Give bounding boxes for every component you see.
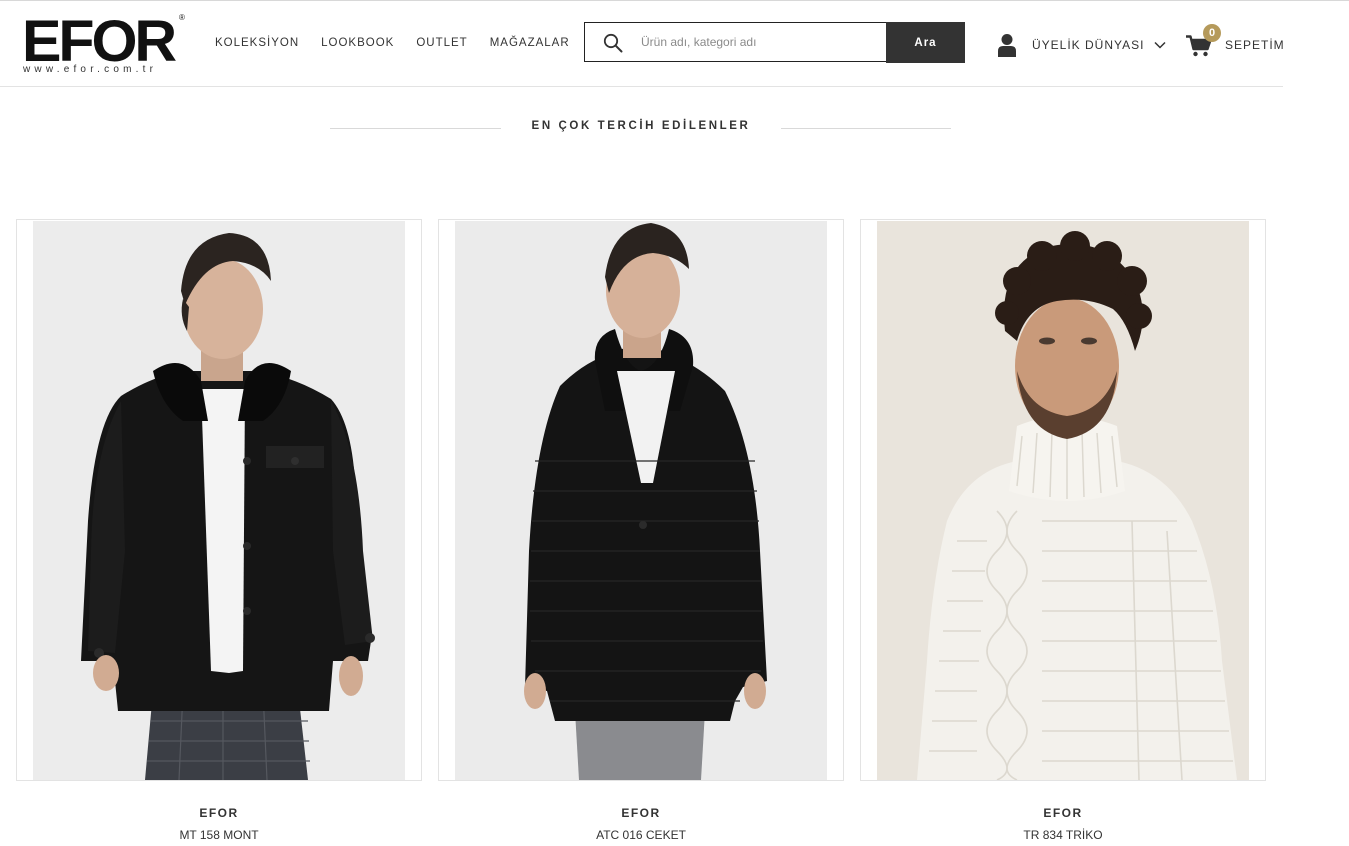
product-image[interactable] [455,221,827,780]
account-menu[interactable]: ÜYELİK DÜNYASI [997,32,1167,58]
product-frame [438,219,844,781]
logo-registered-mark: ® [179,13,185,22]
nav-item-koleksiyon[interactable]: KOLEKSİYON [215,36,299,50]
logo-url: www.efor.com.tr [23,64,158,75]
user-icon [998,34,1016,57]
search-bar: Ara [584,22,965,63]
chevron-down-icon [1154,41,1167,49]
product-brand: EFOR [621,806,661,820]
section-divider-right [781,128,951,129]
product-brand: EFOR [1043,806,1083,820]
product-image[interactable] [877,221,1249,780]
nav-item-outlet[interactable]: OUTLET [416,36,467,50]
search-icon [603,33,623,53]
product-image[interactable] [33,221,405,780]
product-name[interactable]: MT 158 MONT [16,828,422,842]
product-name[interactable]: ATC 016 CEKET [438,828,844,842]
search-button[interactable]: Ara [886,22,965,63]
section-header: EN ÇOK TERCİH EDİLENLER [330,118,951,138]
product-frame [16,219,422,781]
search-input[interactable] [641,32,881,52]
logo-wordmark: EFOR [22,9,177,74]
section-divider-left [330,128,501,129]
nav-item-magazalar[interactable]: MAĞAZALAR [490,36,570,50]
product-frame [860,219,1266,781]
product-brand: EFOR [199,806,239,820]
cart-count-badge: 0 [1203,24,1221,42]
account-label: ÜYELİK DÜNYASI [1032,38,1145,52]
main-nav: KOLEKSİYON LOOKBOOK OUTLET MAĞAZALAR [215,36,592,50]
efor-logo[interactable]: EFOR ® www.efor.com.tr [22,13,192,79]
nav-item-lookbook[interactable]: LOOKBOOK [321,36,394,50]
site-header: EFOR ® www.efor.com.tr KOLEKSİYON LOOKBO… [0,1,1285,87]
product-name[interactable]: TR 834 TRİKO [860,828,1266,842]
section-title: EN ÇOK TERCİH EDİLENLER [531,120,751,132]
cart-label: SEPETİM [1225,38,1285,52]
